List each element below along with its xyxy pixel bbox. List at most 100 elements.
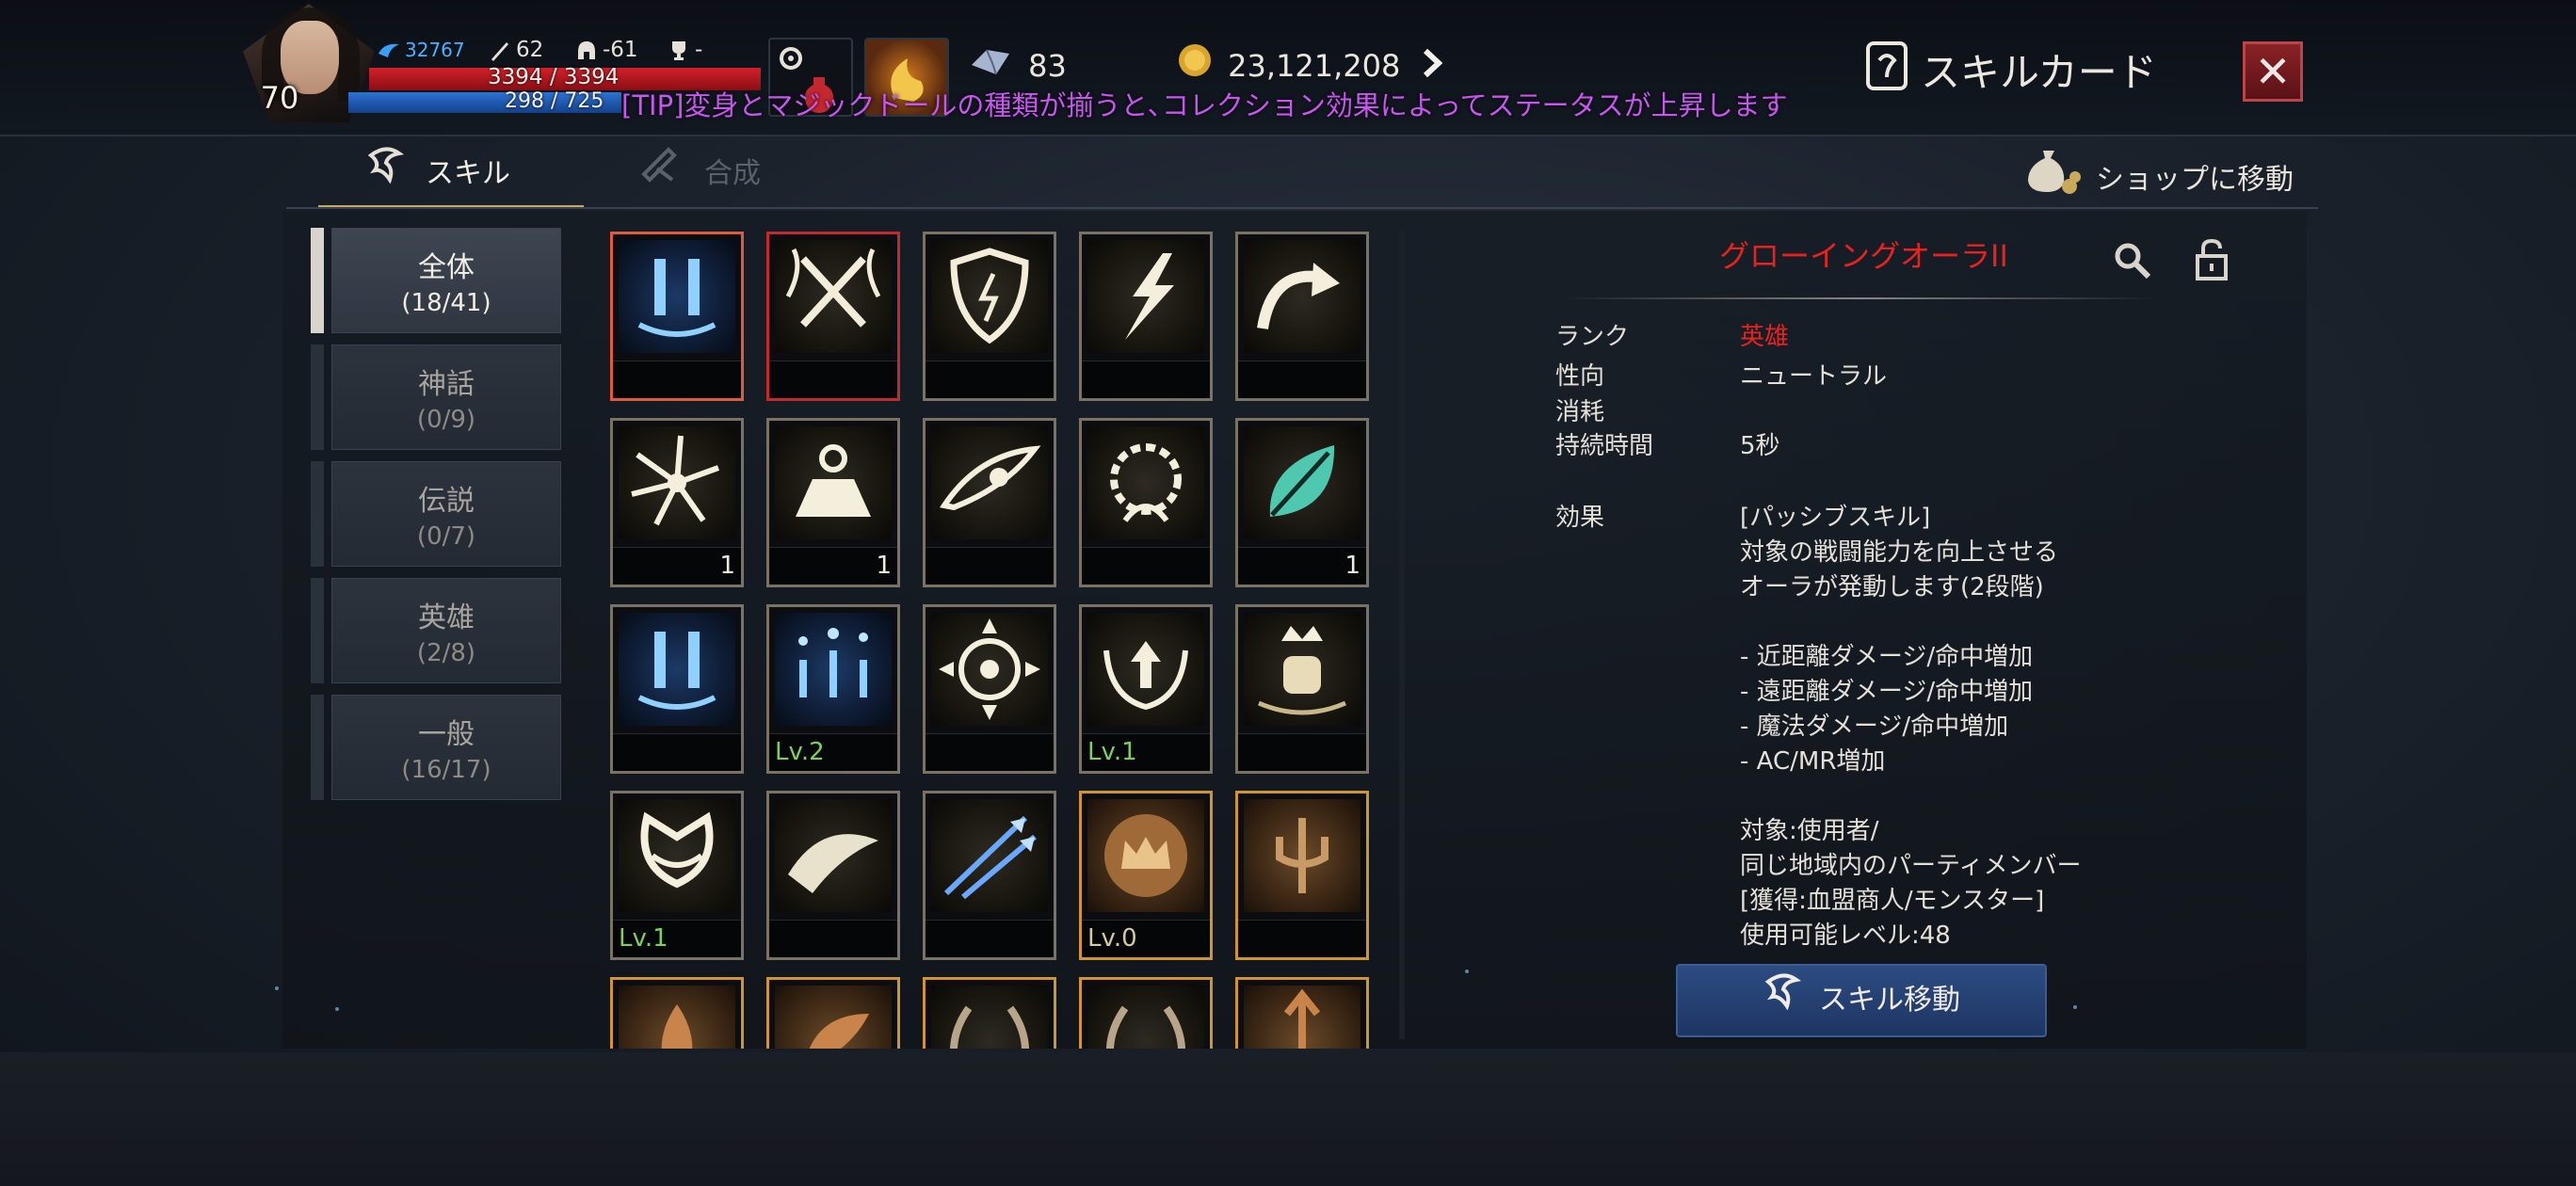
skill-card[interactable] xyxy=(1079,977,1213,1049)
card-footer: Lv.1 xyxy=(1082,733,1210,771)
skill-tab-icon xyxy=(365,142,407,208)
tip-message: [TIP]変身とマジックドールの種類が揃うと､コレクション効果によってステータス… xyxy=(621,89,1788,121)
tab-skill[interactable]: スキル xyxy=(365,141,510,207)
skill-card[interactable] xyxy=(766,791,900,960)
description-line: 対象の戦闘能力を向上させる xyxy=(1740,538,2059,567)
skill-card-grid[interactable]: 1 1 1 Lv.2 Lv.1 Lv.1 Lv.0 xyxy=(610,226,1384,1049)
description-line: [獲得:血盟商人/モンスター] xyxy=(1740,887,2045,915)
grid-scrollbar[interactable] xyxy=(1399,230,1405,1039)
skill-card[interactable] xyxy=(766,977,900,1049)
shield-icon xyxy=(931,240,1048,353)
skill-card[interactable]: Lv.0 xyxy=(1079,791,1213,960)
lock-icon[interactable] xyxy=(2194,237,2230,284)
sparkle xyxy=(2073,1005,2077,1009)
skill-card[interactable]: 1 xyxy=(610,418,744,587)
card-footer xyxy=(1082,547,1210,585)
skill-card[interactable] xyxy=(766,232,900,401)
category-marker-all xyxy=(311,228,324,333)
skill-card[interactable]: 1 xyxy=(766,418,900,587)
card-footer: Lv.2 xyxy=(769,733,897,771)
synthesis-tab-icon xyxy=(640,142,678,208)
skill-card[interactable] xyxy=(610,232,744,401)
blue-sparkle-icon xyxy=(775,613,892,726)
description-line: - 魔法ダメージ/命中増加 xyxy=(1740,713,2009,741)
skill-card[interactable] xyxy=(923,604,1056,774)
skill-card[interactable] xyxy=(923,232,1056,401)
go-to-shop-button[interactable]: ショップに移動 xyxy=(2024,141,2294,207)
card-quantity: 1 xyxy=(1344,552,1360,580)
description-line: 対象:使用者/ xyxy=(1740,817,1879,845)
card-footer: 1 xyxy=(613,547,741,585)
skill-card[interactable] xyxy=(1079,418,1213,587)
spear-icon xyxy=(1244,986,1360,1049)
card-quantity: 1 xyxy=(719,552,735,580)
eye-icon xyxy=(931,426,1048,539)
skill-card[interactable]: Lv.1 xyxy=(610,791,744,960)
description-line: オーラが発動します(2段階) xyxy=(1740,573,2044,601)
skill-card[interactable]: Lv.1 xyxy=(1079,604,1213,774)
footer-bar xyxy=(0,1052,2576,1186)
skill-card[interactable] xyxy=(923,977,1056,1049)
card-footer: 1 xyxy=(769,547,897,585)
tab-synthesis[interactable]: 合成 xyxy=(640,141,761,207)
duration-label: 持続時間 xyxy=(1555,432,1654,460)
trophy-stat: - xyxy=(667,36,702,64)
skill-card[interactable]: Lv.2 xyxy=(766,604,900,774)
skill-card[interactable] xyxy=(923,791,1056,960)
card-level: Lv.2 xyxy=(775,738,825,766)
description-line xyxy=(1740,779,2154,814)
alignment-value: ニュートラル xyxy=(1740,362,1888,391)
skill-card[interactable] xyxy=(1235,604,1369,774)
arrow-up-wings-icon xyxy=(1087,613,1204,726)
description-line xyxy=(1740,605,2154,640)
category-normal[interactable]: 一般 (16/17) xyxy=(331,695,561,800)
magnifier-icon[interactable] xyxy=(2113,241,2152,284)
lightning-icon xyxy=(1087,240,1204,353)
card-footer xyxy=(769,361,897,398)
skill-move-button[interactable]: スキル移動 xyxy=(1676,964,2047,1037)
skill-move-icon xyxy=(1763,967,1804,1036)
window-title: スキルカード xyxy=(1864,40,2157,104)
skill-card[interactable] xyxy=(1079,232,1213,401)
skill-card[interactable]: 1 xyxy=(1235,418,1369,587)
card-level: Lv.0 xyxy=(1087,924,1137,953)
card-footer xyxy=(1238,361,1366,398)
level-badge: 70 xyxy=(260,80,299,116)
hp-text: 3394 / 3394 xyxy=(488,65,620,89)
category-hero[interactable]: 英雄 (2/8) xyxy=(331,578,561,683)
alignment-label: 性向 xyxy=(1555,362,1605,391)
mp-text: 298 / 725 xyxy=(505,89,604,113)
blue-pillar-icon xyxy=(619,240,735,353)
crossed-swords-icon xyxy=(775,240,892,353)
category-legend[interactable]: 伝説 (0/7) xyxy=(331,461,561,567)
rank-value: 英雄 xyxy=(1740,323,1790,351)
card-footer xyxy=(1238,733,1366,771)
card-footer xyxy=(613,361,741,398)
attack-stat: 62 xyxy=(488,36,543,64)
curved-arrow-icon xyxy=(1244,240,1360,353)
close-button[interactable]: ✕ xyxy=(2243,41,2303,102)
category-all[interactable]: 全体 (18/41) xyxy=(331,228,561,333)
card-footer xyxy=(926,361,1054,398)
description-line: - AC/MR増加 xyxy=(1740,747,1886,776)
wings-icon xyxy=(619,799,735,912)
teal-leaf-icon xyxy=(1244,426,1360,539)
description-line: 使用可能レベル:48 xyxy=(1740,922,1951,947)
skill-card[interactable] xyxy=(610,604,744,774)
crystal-counter[interactable]: 83 xyxy=(968,38,1067,94)
skill-card[interactable] xyxy=(1235,791,1369,960)
skill-card[interactable] xyxy=(610,977,744,1049)
category-marker-myth xyxy=(311,345,324,450)
category-marker-normal xyxy=(311,695,324,800)
target-icon xyxy=(931,613,1048,726)
skill-card[interactable] xyxy=(923,418,1056,587)
sparkle xyxy=(1465,970,1469,973)
category-myth[interactable]: 神話 (0/9) xyxy=(331,345,561,450)
weight-icon xyxy=(775,426,892,539)
gold-counter[interactable]: 23,121,208 xyxy=(1177,38,1442,94)
skill-card[interactable] xyxy=(1235,977,1369,1049)
card-footer: 1 xyxy=(1238,547,1366,585)
skill-name: グローイングオーラII xyxy=(1719,238,2008,274)
description-line: - 近距離ダメージ/命中増加 xyxy=(1740,643,2034,671)
skill-card[interactable] xyxy=(1235,232,1369,401)
